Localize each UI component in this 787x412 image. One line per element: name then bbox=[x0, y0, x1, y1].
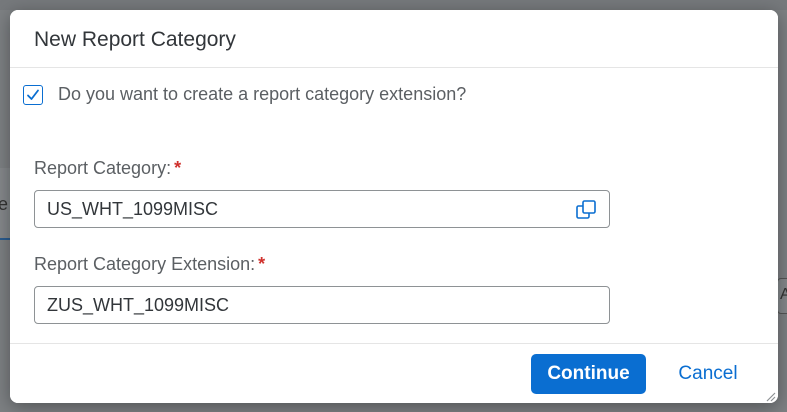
report-category-input[interactable]: US_WHT_1099MISC bbox=[34, 190, 610, 228]
report-category-extension-label-text: Report Category Extension: bbox=[34, 254, 256, 274]
cancel-button[interactable]: Cancel bbox=[658, 354, 758, 394]
dialog-title: New Report Category bbox=[34, 28, 236, 51]
dialog-header: New Report Category bbox=[10, 10, 778, 68]
required-marker: * bbox=[174, 158, 182, 178]
required-marker: * bbox=[258, 254, 266, 274]
extension-checkbox[interactable] bbox=[23, 84, 43, 105]
background-top-strip bbox=[0, 0, 787, 10]
report-category-label-text: Report Category: bbox=[34, 158, 172, 178]
value-help-icon[interactable] bbox=[575, 199, 597, 221]
checkmark-icon bbox=[27, 89, 39, 100]
extension-checkbox-label: Do you want to create a report category … bbox=[58, 84, 467, 104]
dialog-footer: Continue Cancel bbox=[10, 343, 778, 403]
report-category-extension-value: ZUS_WHT_1099MISC bbox=[47, 295, 230, 315]
report-category-extension-input[interactable]: ZUS_WHT_1099MISC bbox=[34, 286, 610, 324]
dialog-content: Do you want to create a report category … bbox=[10, 68, 778, 343]
report-category-value: US_WHT_1099MISC bbox=[47, 199, 219, 219]
report-category-label: Report Category: * bbox=[34, 158, 181, 179]
report-category-extension-label: Report Category Extension: * bbox=[34, 254, 265, 275]
background-tab: e bbox=[0, 168, 10, 240]
background-tab-text: e bbox=[0, 194, 9, 214]
background-button: Ac bbox=[777, 278, 787, 314]
new-report-category-dialog: New Report Category Do you want to creat… bbox=[10, 10, 778, 403]
extension-checkbox-row: Do you want to create a report category … bbox=[23, 84, 466, 105]
resize-grip-icon[interactable] bbox=[764, 390, 776, 402]
background-button-text: Ac bbox=[780, 286, 787, 303]
continue-button[interactable]: Continue bbox=[531, 354, 646, 394]
